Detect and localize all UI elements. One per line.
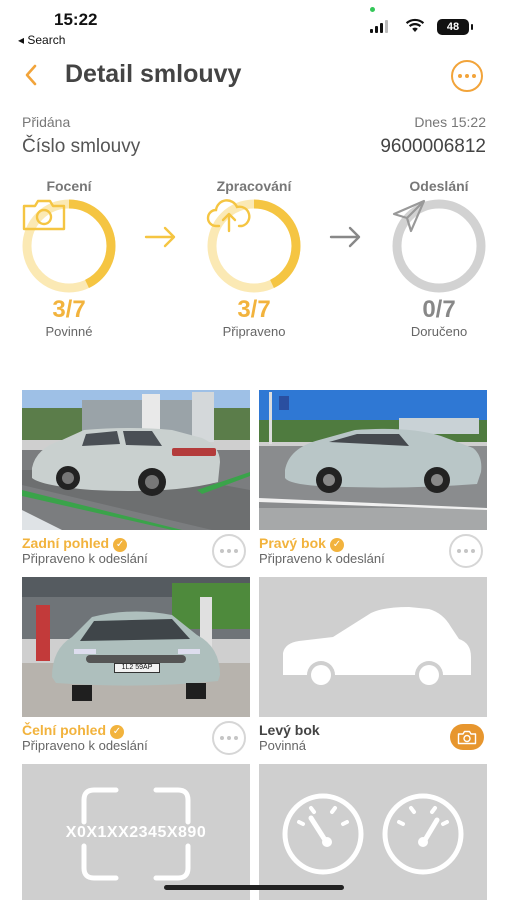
camera-icon: [22, 199, 66, 231]
rear-view-photo: [22, 390, 250, 530]
chevron-left-icon: [25, 64, 37, 86]
step-photo: Focení 3/7 Povinné: [9, 178, 129, 339]
step-count: 3/7: [52, 296, 86, 323]
more-horizontal-icon: [458, 74, 462, 78]
tile-more-button[interactable]: [449, 534, 483, 568]
tile-status: Povinná: [259, 738, 306, 753]
take-photo-button[interactable]: [450, 724, 484, 750]
nav-header: Detail smlouvy: [0, 56, 507, 96]
more-horizontal-icon: [457, 549, 461, 553]
battery-icon: 48: [437, 19, 473, 35]
gauge-icon: [282, 793, 464, 875]
tile-more-button[interactable]: [212, 721, 246, 755]
tile-label: Čelní pohled ✓: [22, 722, 124, 739]
privacy-indicator: [370, 7, 375, 12]
status-bar: 15:22 ◂ Search 48: [0, 0, 507, 50]
check-circle-icon: ✓: [110, 725, 124, 739]
odometer-tile[interactable]: [259, 764, 487, 900]
contract-number-label: Číslo smlouvy: [22, 136, 141, 157]
contract-number: 9600006812: [380, 136, 486, 157]
photo-tile-left-side[interactable]: [259, 577, 487, 717]
progress-ring: [391, 198, 487, 294]
tile-label: Pravý bok ✓: [259, 535, 344, 552]
front-view-photo: [22, 577, 250, 717]
added-label: Přidána: [22, 114, 71, 130]
tile-status: Připraveno k odeslání: [22, 738, 148, 753]
tile-label: Zadní pohled ✓: [22, 535, 128, 552]
progress-ring: [21, 198, 117, 294]
tile-label: Levý bok: [259, 722, 320, 738]
step-count: 0/7: [422, 296, 456, 323]
more-horizontal-icon: [220, 736, 224, 740]
step-title: Odeslání: [409, 178, 469, 194]
more-horizontal-icon: [220, 549, 224, 553]
check-circle-icon: ✓: [329, 538, 344, 552]
send-icon: [392, 199, 426, 233]
vin-scan-tile[interactable]: X0X1XX2345X890: [22, 764, 250, 900]
status-time: 15:22: [54, 10, 98, 29]
more-options-button[interactable]: [451, 60, 483, 92]
tile-more-button[interactable]: [212, 534, 246, 568]
added-time: Dnes 15:22: [414, 114, 486, 130]
photo-tile-front[interactable]: 1L2 59AP: [22, 577, 250, 717]
tile-status: Připraveno k odeslání: [259, 551, 385, 566]
back-to-app-link[interactable]: ◂ Search: [18, 33, 65, 47]
signal-icon: [370, 20, 388, 33]
step-processing: Zpracování 3/7 Připraveno: [194, 178, 314, 339]
arrow-right-icon: [329, 226, 361, 248]
vin-placeholder: X0X1XX2345X890: [65, 824, 207, 841]
check-circle-icon: ✓: [113, 538, 128, 552]
camera-icon: [457, 730, 477, 744]
tile-status: Připraveno k odeslání: [22, 551, 148, 566]
car-side-icon: [283, 607, 471, 689]
step-title: Zpracování: [216, 178, 292, 194]
step-subtitle: Povinné: [45, 324, 93, 339]
progress-ring: [206, 198, 302, 294]
right-side-photo: [259, 390, 487, 530]
arrow-right-icon: [144, 226, 176, 248]
license-plate: 1L2 59AP: [114, 663, 160, 673]
step-title: Focení: [46, 178, 92, 194]
step-sending: Odeslání 0/7 Doručeno: [379, 178, 499, 339]
back-button[interactable]: [20, 60, 44, 90]
wifi-icon: [405, 18, 425, 38]
photo-tile-rear[interactable]: [22, 390, 250, 530]
page-title: Detail smlouvy: [65, 60, 242, 88]
step-count: 3/7: [237, 296, 271, 323]
home-indicator[interactable]: [164, 885, 344, 890]
step-subtitle: Připraveno: [222, 324, 286, 339]
step-subtitle: Doručeno: [410, 324, 468, 339]
cloud-upload-icon: [206, 199, 251, 233]
photo-tile-right-side[interactable]: [259, 390, 487, 530]
